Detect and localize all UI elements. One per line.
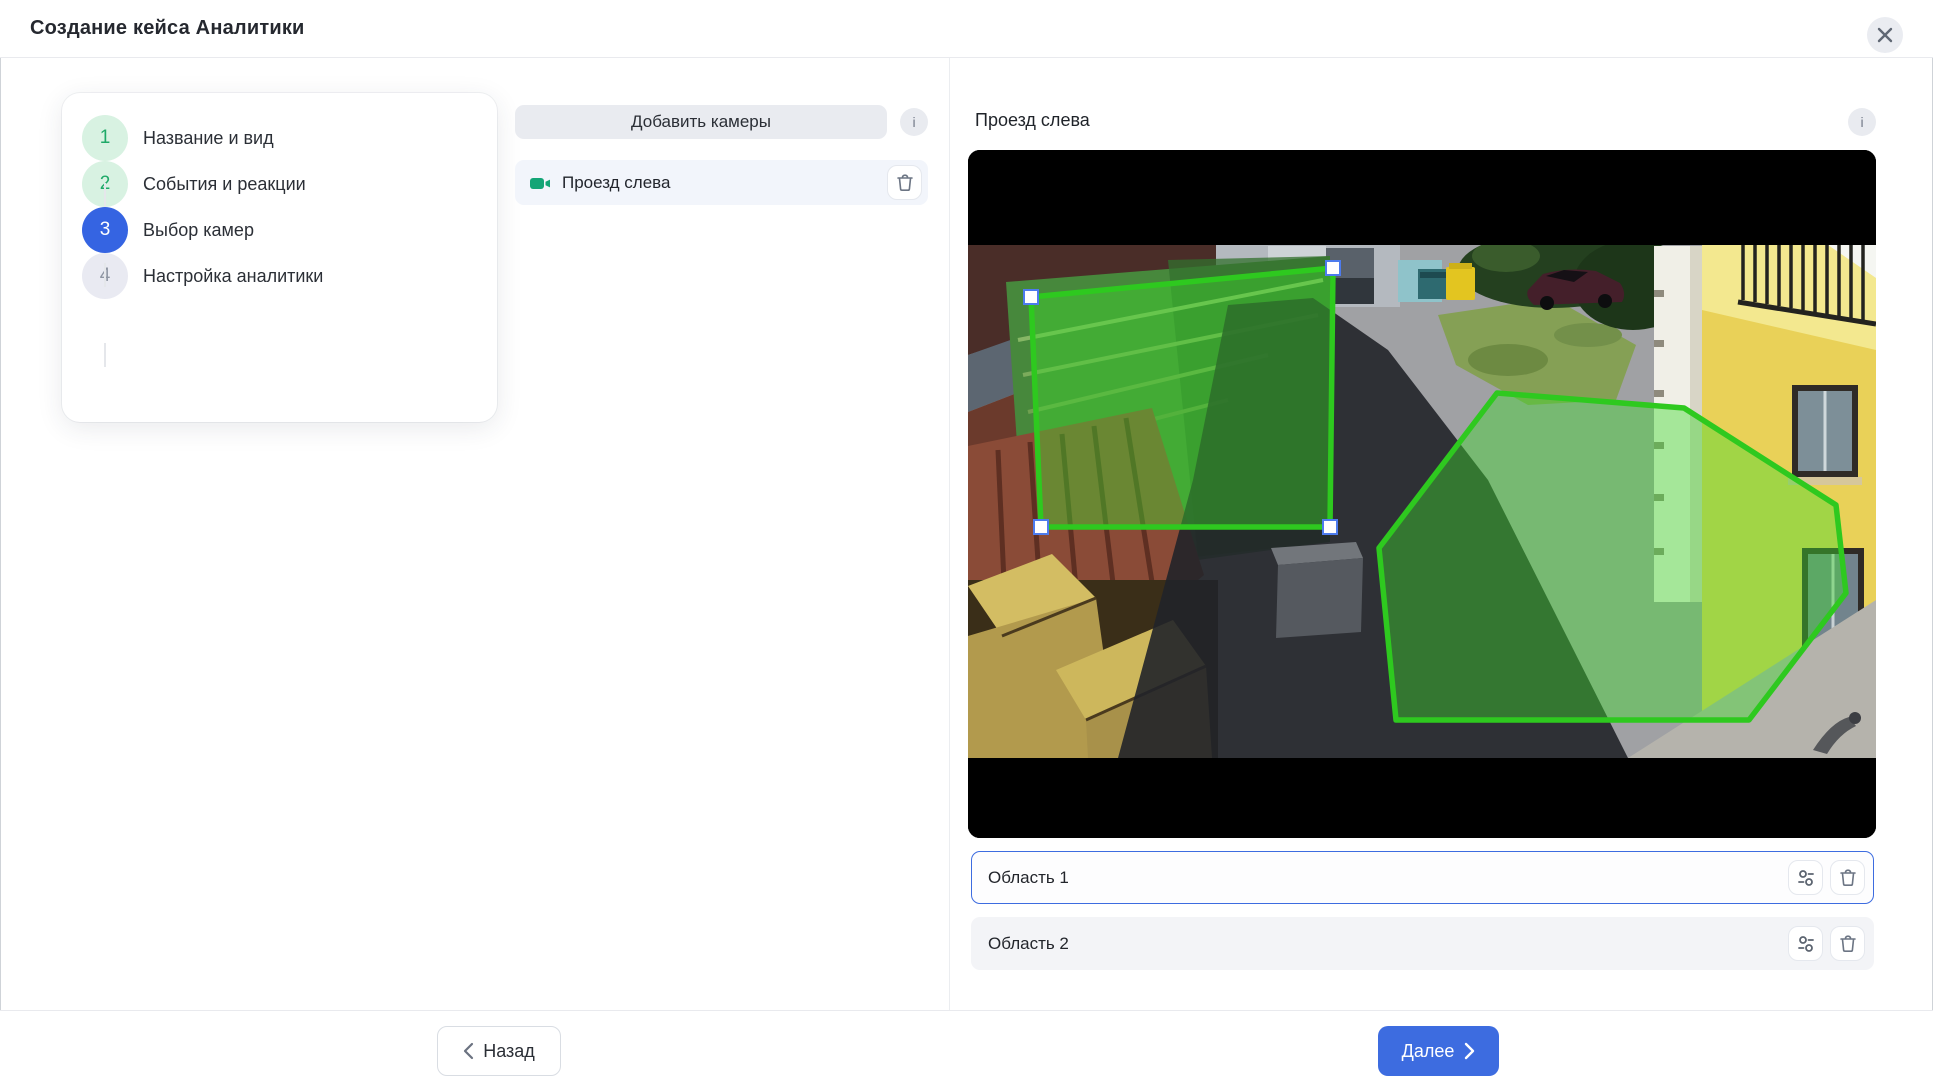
modal-header: Создание кейса Аналитики <box>0 0 1933 58</box>
sliders-icon <box>1796 868 1816 888</box>
trash-icon <box>896 173 914 192</box>
step-number-badge: 1 <box>82 115 128 161</box>
camera-preview-frame[interactable] <box>968 150 1876 838</box>
panel-divider <box>949 58 950 1010</box>
area-delete-button[interactable] <box>1830 926 1865 961</box>
step-number-badge: 3 <box>82 207 128 253</box>
modal-title: Создание кейса Аналитики <box>30 17 305 40</box>
modal-footer: Назад Далее <box>0 1010 1933 1085</box>
chevron-left-icon <box>463 1042 474 1060</box>
add-cameras-button[interactable]: Добавить камеры <box>515 105 887 139</box>
step-connector <box>104 343 106 367</box>
zone-resize-handle[interactable] <box>1326 261 1340 275</box>
area-settings-button[interactable] <box>1788 860 1823 895</box>
area-row-2[interactable]: Область 2 <box>971 917 1874 970</box>
preview-camera-title: Проезд слева <box>975 110 1090 131</box>
camera-name: Проезд слева <box>562 173 887 193</box>
camera-list-item[interactable]: Проезд слева <box>515 160 928 205</box>
area-row-1[interactable]: Область 1 <box>971 851 1874 904</box>
create-analytics-case-modal: Создание кейса Аналитики 1 Название и ви… <box>0 0 1933 1085</box>
remove-camera-button[interactable] <box>887 165 922 200</box>
zone-resize-handle[interactable] <box>1034 520 1048 534</box>
area-label: Область 1 <box>988 868 1788 888</box>
info-icon: i <box>912 114 915 130</box>
step-connector <box>104 183 106 207</box>
trash-icon <box>1839 934 1857 953</box>
step-label: Настройка аналитики <box>143 266 323 287</box>
stepper-step-analytics-setup[interactable]: 4 Настройка аналитики <box>82 253 477 299</box>
zone-resize-handle[interactable] <box>1024 290 1038 304</box>
step-label: События и реакции <box>143 174 306 195</box>
stepper-step-camera-selection[interactable]: 3 Выбор камер <box>82 207 477 253</box>
step-label: Название и вид <box>143 128 274 149</box>
next-button[interactable]: Далее <box>1378 1026 1499 1076</box>
close-icon <box>1877 27 1893 43</box>
area-label: Область 2 <box>988 934 1788 954</box>
step-label: Выбор камер <box>143 220 254 241</box>
detection-zone-1[interactable] <box>1031 268 1333 527</box>
camera-snapshot <box>968 150 1876 838</box>
stepper-step-events-reactions[interactable]: 2 События и реакции <box>82 161 477 207</box>
stepper-step-name-type[interactable]: 1 Название и вид <box>82 115 477 161</box>
back-button-label: Назад <box>483 1041 535 1062</box>
preview-info-button[interactable]: i <box>1848 108 1876 136</box>
wizard-stepper: 1 Название и вид 2 События и реакции 3 В… <box>62 93 497 422</box>
sliders-icon <box>1796 934 1816 954</box>
close-button[interactable] <box>1867 17 1903 53</box>
cameras-info-button[interactable]: i <box>900 108 928 136</box>
zone-resize-handle[interactable] <box>1323 520 1337 534</box>
video-camera-icon <box>529 173 552 193</box>
trash-icon <box>1839 868 1857 887</box>
info-icon: i <box>1860 114 1863 130</box>
step-connector <box>104 263 106 287</box>
back-button[interactable]: Назад <box>437 1026 561 1076</box>
next-button-label: Далее <box>1402 1041 1455 1062</box>
area-delete-button[interactable] <box>1830 860 1865 895</box>
chevron-right-icon <box>1464 1042 1475 1060</box>
area-settings-button[interactable] <box>1788 926 1823 961</box>
